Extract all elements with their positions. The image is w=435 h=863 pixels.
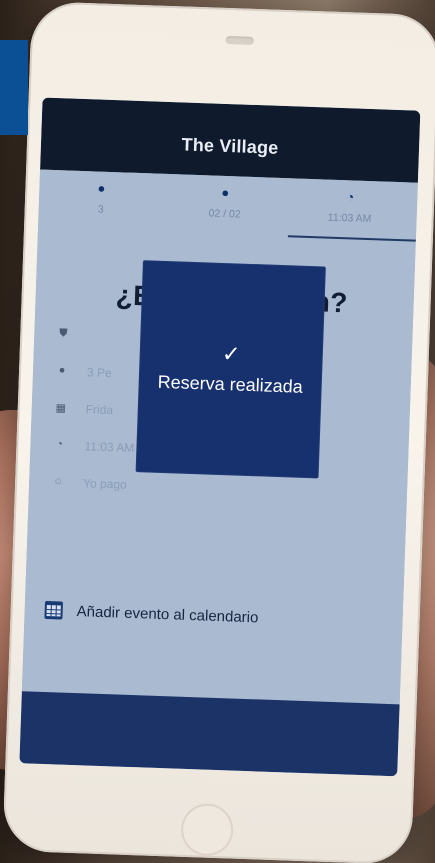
detail-text: 11:03 AM xyxy=(84,439,135,455)
person-icon: ● xyxy=(221,184,230,201)
tab-party-size[interactable]: ● 3 xyxy=(40,180,161,228)
person-icon: ● xyxy=(97,180,106,196)
add-to-calendar-link[interactable]: Añadir evento al calendario xyxy=(44,600,259,626)
home-button[interactable] xyxy=(180,802,235,857)
detail-text: Yo pago xyxy=(82,476,127,492)
clock-icon: ◔ xyxy=(346,189,355,205)
phone-camera xyxy=(225,35,254,45)
tab-date-label: 02 / 02 xyxy=(208,207,241,221)
check-icon: ✓ xyxy=(221,340,241,367)
active-tab-indicator xyxy=(287,235,416,242)
brand-rectangle xyxy=(0,40,28,135)
app-title: The Village xyxy=(181,133,279,158)
app-header: The Village xyxy=(40,97,421,183)
calendar-icon xyxy=(44,600,64,620)
tab-time-label: 11:03 AM xyxy=(327,211,372,226)
detail-text: 3 Pe xyxy=(86,365,112,381)
add-to-calendar-label: Añadir evento al calendario xyxy=(76,602,259,626)
tab-party-size-label: 3 xyxy=(97,203,104,216)
tab-time[interactable]: ◔ 11:03 AM xyxy=(289,188,410,236)
payment-icon: ◌ xyxy=(54,475,62,488)
reservation-success-dialog: ✓ Reserva realizada xyxy=(135,260,326,479)
app-screen: The Village ● 3 ● 02 / 02 ◔ 11:03 AM ¿E xyxy=(19,97,421,777)
photo-scene: The Village ● 3 ● 02 / 02 ◔ 11:03 AM ¿E xyxy=(0,0,435,863)
person-icon: ● xyxy=(58,364,66,377)
detail-text: Frida xyxy=(85,402,114,418)
tab-date[interactable]: ● 02 / 02 xyxy=(164,184,285,232)
calendar-icon: ▦ xyxy=(55,402,67,415)
smartphone: The Village ● 3 ● 02 / 02 ◔ 11:03 AM ¿E xyxy=(2,1,435,863)
shield-icon: ⛊ xyxy=(59,327,68,340)
clock-icon: ◔ xyxy=(55,438,64,451)
bottom-action-bar xyxy=(19,691,400,777)
reservation-success-message: Reserva realizada xyxy=(157,371,304,397)
